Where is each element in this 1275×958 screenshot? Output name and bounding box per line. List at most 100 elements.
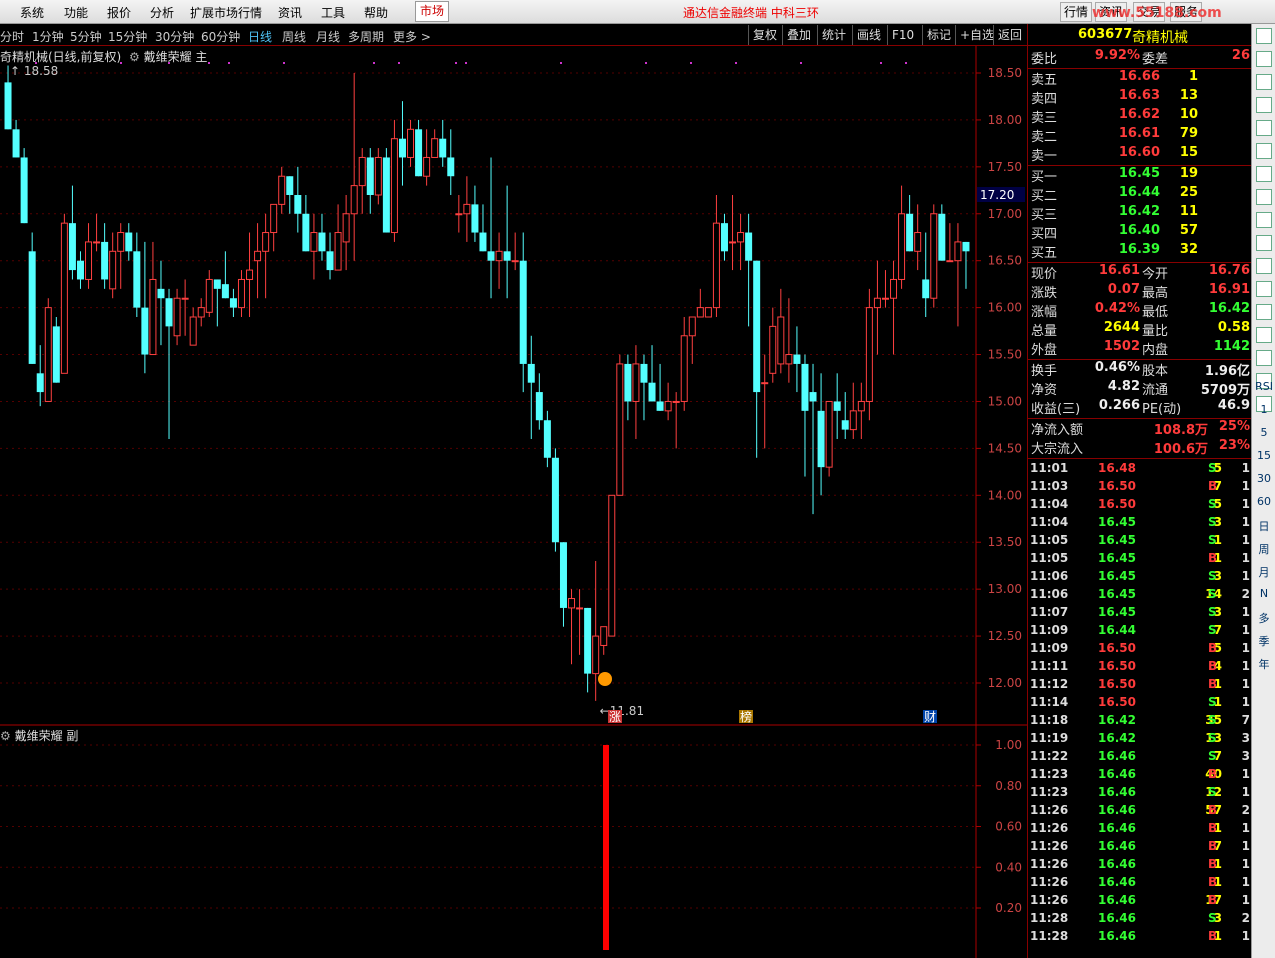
sidebar-label[interactable]: RSI — [1252, 380, 1275, 393]
sub-settings-icon[interactable]: ⚙ — [0, 729, 11, 743]
tool-add-watch[interactable]: +自选 — [955, 25, 998, 45]
candle-body — [60, 222, 68, 374]
tool-stats[interactable]: 统计 — [817, 25, 850, 45]
candle-body — [423, 156, 431, 177]
sidebar-label[interactable]: N — [1252, 587, 1275, 600]
candle-body — [407, 128, 415, 158]
y-tick-label: 18.00 — [988, 113, 1022, 127]
event-dot — [208, 62, 210, 64]
kline-chart[interactable]: 18.50 18.00 17.50 17.00 16.50 16.00 15.50 15.00… — [0, 46, 1027, 958]
sidebar-label[interactable]: 1 — [1252, 403, 1275, 416]
menu-ext-market[interactable]: 扩展市场行情 — [190, 4, 262, 21]
toolbar-icon[interactable] — [1256, 143, 1272, 159]
toolbar-icon[interactable] — [1256, 281, 1272, 297]
stat-row: 现价 16.61 今开 16.76 — [1031, 263, 1250, 282]
sidebar-label[interactable]: 30 — [1252, 472, 1275, 485]
bid-row: 买五 16.39 32 — [1031, 242, 1198, 261]
toolbar-icon[interactable] — [1256, 212, 1272, 228]
tick-row: 11:01 16.48 5 S 1 — [1030, 461, 1250, 475]
event-dot — [690, 62, 692, 64]
period-15min[interactable]: 15分钟 — [108, 28, 147, 45]
quote-tab-button[interactable]: 行情 — [1060, 2, 1093, 22]
menu-quote[interactable]: 报价 — [107, 4, 131, 21]
bid-row: 买二 16.44 25 — [1031, 185, 1198, 204]
menu-help[interactable]: 帮助 — [364, 4, 388, 21]
candle-body — [688, 316, 696, 337]
sidebar-label[interactable]: 季 — [1252, 633, 1275, 649]
tick-row: 11:23 16.46 40 B 1 — [1030, 767, 1250, 781]
tool-fuquan[interactable]: 复权 — [748, 25, 781, 45]
period-daily[interactable]: 日线 — [248, 28, 272, 45]
period-timeshare[interactable]: 分时 — [0, 28, 24, 45]
candle-body — [117, 232, 125, 252]
y-tick-label: 17.00 — [988, 207, 1022, 221]
period-60min[interactable]: 60分钟 — [201, 28, 240, 45]
period-30min[interactable]: 30分钟 — [155, 28, 194, 45]
candle-body — [890, 278, 898, 299]
market-button[interactable]: 市场 — [415, 1, 449, 22]
sidebar-label[interactable]: 60 — [1252, 495, 1275, 508]
candle-body — [753, 260, 761, 393]
candle-body — [447, 157, 455, 177]
toolbar-icon[interactable] — [1256, 28, 1272, 44]
period-multi[interactable]: 多周期 — [348, 28, 384, 45]
candle-body — [101, 241, 109, 280]
candle-body — [672, 400, 680, 403]
toolbar-icon[interactable] — [1256, 51, 1272, 67]
ask-row: 卖四 16.63 13 — [1031, 88, 1198, 107]
period-monthly[interactable]: 月线 — [316, 28, 340, 45]
menu-function[interactable]: 功能 — [64, 4, 88, 21]
sidebar-label[interactable]: 5 — [1252, 426, 1275, 439]
flow-row: 净流入额 108.8万 25% — [1031, 419, 1250, 438]
sidebar-label[interactable]: 多 — [1252, 610, 1275, 626]
sidebar-label[interactable]: 15 — [1252, 449, 1275, 462]
toolbar-icon[interactable] — [1256, 235, 1272, 251]
candle-body — [149, 278, 157, 356]
toolbar-icon[interactable] — [1256, 166, 1272, 182]
sub-header: ⚙ 戴维荣耀 副 — [0, 727, 78, 744]
sidebar-label[interactable]: 月 — [1252, 564, 1275, 580]
candle-body — [165, 298, 173, 327]
toolbar-icon[interactable] — [1256, 74, 1272, 90]
sidebar-label[interactable]: 周 — [1252, 541, 1275, 557]
candle-body — [511, 260, 519, 263]
menu-system[interactable]: 系统 — [20, 4, 44, 21]
candle-body — [729, 241, 737, 244]
tool-back[interactable]: 返回 — [993, 25, 1026, 45]
toolbar-icon[interactable] — [1256, 304, 1272, 320]
menu-analysis[interactable]: 分析 — [150, 4, 174, 21]
candle-body — [76, 260, 84, 280]
sidebar-label[interactable]: 日 — [1252, 518, 1275, 534]
candle-body — [495, 250, 503, 262]
sidebar-label[interactable]: 年 — [1252, 656, 1275, 672]
candle-body — [527, 363, 535, 383]
period-more[interactable]: 更多 > — [393, 28, 431, 45]
max-price-label: ↑ 18.58 — [10, 64, 58, 78]
tool-overlay[interactable]: 叠加 — [782, 25, 815, 45]
candle-body — [648, 382, 656, 402]
toolbar-icon[interactable] — [1256, 120, 1272, 136]
tool-draw[interactable]: 画线 — [852, 25, 885, 45]
toolbar-icon[interactable] — [1256, 350, 1272, 366]
tool-mark[interactable]: 标记 — [922, 25, 955, 45]
menu-news[interactable]: 资讯 — [278, 4, 302, 21]
menu-tools[interactable]: 工具 — [321, 4, 345, 21]
y-tick-label: 14.00 — [988, 488, 1022, 502]
ask-row: 卖三 16.62 10 — [1031, 107, 1198, 126]
toolbar-icon[interactable] — [1256, 258, 1272, 274]
toolbar-icon[interactable] — [1256, 97, 1272, 113]
tool-f10[interactable]: F10 — [887, 25, 918, 45]
settings-icon[interactable]: ⚙ — [129, 50, 140, 64]
candle-body — [559, 542, 567, 608]
tick-row: 11:26 16.46 1 B 1 — [1030, 875, 1250, 889]
candle-body — [914, 232, 922, 252]
period-1min[interactable]: 1分钟 — [32, 28, 64, 45]
toolbar-icon[interactable] — [1256, 327, 1272, 343]
candle-body — [20, 157, 28, 224]
period-5min[interactable]: 5分钟 — [70, 28, 102, 45]
period-weekly[interactable]: 周线 — [282, 28, 306, 45]
y-tick-label: 12.00 — [988, 676, 1022, 690]
y-tick-label: 12.50 — [988, 629, 1022, 643]
toolbar-icon[interactable] — [1256, 189, 1272, 205]
candle-body — [906, 213, 914, 252]
